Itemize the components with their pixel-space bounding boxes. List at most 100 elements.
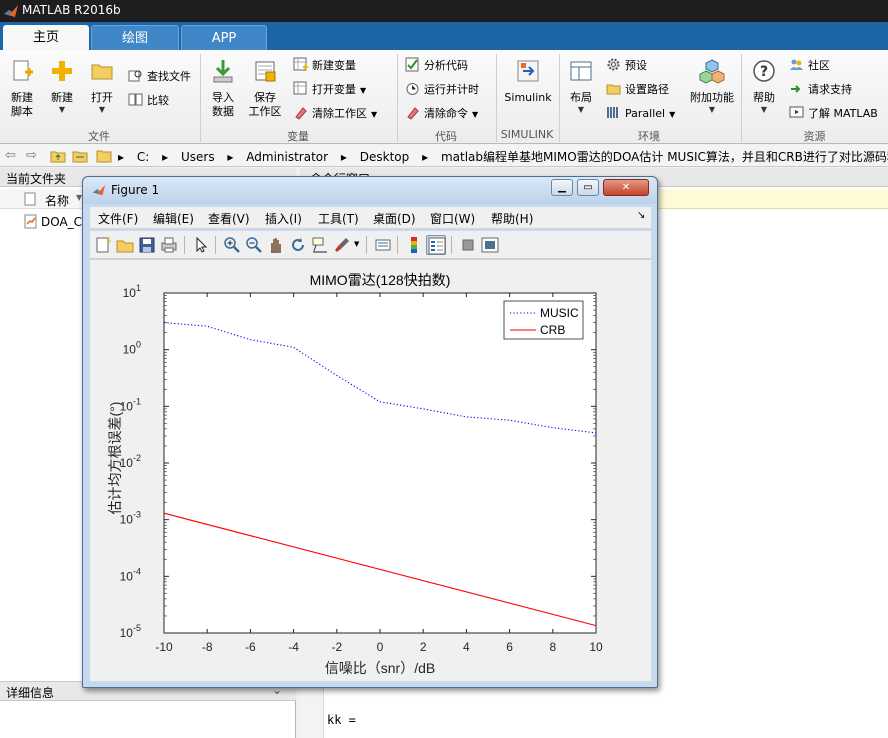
zoom-in-button[interactable] (222, 235, 242, 255)
new-figure-button[interactable] (93, 235, 113, 255)
chart-svg[interactable]: -10 -8 -6 -4 -2 0 2 4 6 8 1010110010-110-210-310-4… (90, 260, 651, 681)
find-files-icon (128, 70, 142, 82)
brush-dropdown-chevron-icon[interactable]: ▼ (354, 240, 359, 248)
legend-button[interactable] (426, 235, 446, 255)
menu-file[interactable]: 文件(F) (98, 210, 138, 227)
pan-button[interactable] (266, 235, 286, 255)
run-and-time-icon (406, 83, 419, 95)
menu-view[interactable]: 查看(V) (208, 210, 250, 227)
breadcrumb-item[interactable]: C: (137, 150, 149, 164)
matlab-logo-icon (4, 5, 18, 17)
x-tick-label: 2 (420, 640, 427, 654)
column-name-header[interactable]: 名称 (45, 192, 69, 209)
learn-matlab-icon (789, 106, 804, 118)
figure-canvas[interactable]: -10 -8 -6 -4 -2 0 2 4 6 8 10 101 100 10-1 10-2 10-3 10-4… (90, 260, 651, 681)
request-support-label: 请求支持 (808, 83, 852, 96)
figure-window[interactable]: Figure 1 ▁ ▭ ✕ 文件(F) 编辑(E) 查看(V) 插入(I) 工… (82, 176, 658, 688)
chevron-down-icon: ▼ (708, 105, 716, 114)
zoom-out-button[interactable] (244, 235, 264, 255)
breadcrumb-item[interactable]: Administrator (246, 150, 328, 164)
browse-folder-icon[interactable] (72, 148, 88, 163)
close-icon: ✕ (621, 182, 631, 193)
set-path-button[interactable]: 设置路径 (606, 81, 669, 99)
link-plot-button[interactable] (373, 235, 393, 255)
brush-button[interactable] (332, 235, 352, 255)
menu-insert[interactable]: 插入(I) (265, 210, 302, 227)
addons-button[interactable]: 附加功能 ▼ (686, 58, 738, 115)
x-tick-label: -6 (245, 640, 256, 654)
list-item[interactable]: DOA_C (24, 214, 82, 229)
layout-button[interactable]: 布局 ▼ (563, 58, 599, 115)
x-tick-label: -8 (202, 640, 213, 654)
request-support-button[interactable]: 请求支持 (789, 81, 852, 99)
community-button[interactable]: 社区 (789, 57, 830, 75)
chevron-down-icon: ▼ (58, 105, 66, 114)
pointer-button[interactable] (191, 235, 211, 255)
save-workspace-label: 保存 工作区 (248, 91, 282, 118)
hide-plot-tools-button[interactable] (458, 235, 478, 255)
up-folder-icon[interactable] (50, 148, 66, 163)
dock-arrow-icon[interactable]: ↘ (637, 210, 645, 221)
breadcrumb-item[interactable]: matlab编程单基地MIMO雷达的DOA估计 MUSIC算法，并且和CRB进行… (441, 150, 888, 164)
legend-icon (428, 237, 446, 255)
breadcrumb-item[interactable]: Users (181, 150, 215, 164)
open-button[interactable]: 打开 ▼ (84, 58, 120, 115)
open-file-button[interactable] (115, 235, 135, 255)
file-name: DOA_C (41, 215, 83, 229)
hide-plot-tools-icon (462, 239, 474, 251)
import-data-button[interactable]: 导入 数据 (205, 58, 241, 119)
new-script-button[interactable]: 新建 脚本 (4, 58, 40, 119)
preferences-button[interactable]: 预设 (606, 57, 647, 75)
colorbar-button[interactable] (404, 235, 424, 255)
learn-matlab-button[interactable]: 了解 MATLAB (789, 105, 878, 123)
figure-toolbar: ▼ (90, 231, 651, 259)
back-arrow-icon[interactable]: ⇦ (5, 148, 16, 163)
forward-arrow-icon[interactable]: ⇨ (26, 148, 37, 163)
y-tick-label: 10-4 (120, 566, 141, 583)
menu-tools[interactable]: 工具(T) (318, 210, 359, 227)
find-files-button[interactable]: 查找文件 (128, 68, 191, 86)
new-variable-button[interactable]: 新建变量 (293, 57, 356, 75)
chevron-down-icon: ▼ (360, 86, 367, 95)
tab-apps[interactable]: APP (181, 25, 267, 50)
save-workspace-button[interactable]: 保存 工作区 (245, 58, 285, 119)
y-tick-label: 10-5 (120, 623, 141, 640)
save-button[interactable] (137, 235, 157, 255)
breadcrumb-separator: ▸ (118, 150, 125, 164)
menu-edit[interactable]: 编辑(E) (153, 210, 194, 227)
show-plot-tools-button[interactable] (480, 235, 500, 255)
help-button[interactable]: ? 帮助 ▼ (746, 58, 782, 115)
chevron-down-icon: ▼ (577, 105, 585, 114)
y-tick-label: 101 (123, 283, 141, 300)
breadcrumb-item[interactable]: Desktop (360, 150, 410, 164)
compare-button[interactable]: 比较 (128, 92, 169, 110)
clear-workspace-button[interactable]: 清除工作区 ▼ (293, 105, 377, 123)
data-cursor-button[interactable] (310, 235, 330, 255)
open-variable-label: 打开变量 (312, 83, 356, 96)
new-label: 新建 (51, 91, 73, 104)
new-script-label: 新建 脚本 (11, 91, 33, 118)
menu-window[interactable]: 窗口(W) (430, 210, 475, 227)
rotate-3d-button[interactable] (288, 235, 308, 255)
x-axis-label: 信噪比（snr）/dB (325, 660, 435, 676)
zoom-in-icon (224, 237, 240, 253)
new-variable-label: 新建变量 (312, 59, 356, 72)
clear-commands-button[interactable]: 清除命令 ▼ (405, 105, 478, 123)
tab-plots[interactable]: 绘图 (91, 25, 179, 50)
ribbon-toolstrip: 新建 脚本 新建 ▼ 打开 ▼ 查找文件 比较 文件 导入 数据 保存 工作区 … (0, 50, 888, 144)
tab-home[interactable]: 主页 (3, 25, 89, 50)
analyze-code-button[interactable]: 分析代码 (405, 57, 468, 75)
parallel-button[interactable]: Parallel ▼ (606, 105, 675, 123)
figure-title-bar[interactable]: Figure 1 ▁ ▭ ✕ (83, 177, 657, 204)
maximize-button[interactable]: ▭ (577, 179, 599, 196)
menu-desktop[interactable]: 桌面(D) (373, 210, 416, 227)
new-button[interactable]: 新建 ▼ (44, 58, 80, 115)
run-and-time-button[interactable]: 运行并计时 (405, 81, 479, 99)
close-button[interactable]: ✕ (603, 179, 649, 196)
chevron-down-icon: ▼ (472, 110, 479, 119)
simulink-button[interactable]: Simulink (500, 58, 556, 105)
menu-help[interactable]: 帮助(H) (491, 210, 533, 227)
minimize-button[interactable]: ▁ (551, 179, 573, 196)
print-button[interactable] (159, 235, 179, 255)
open-variable-button[interactable]: 打开变量 ▼ (293, 81, 366, 99)
